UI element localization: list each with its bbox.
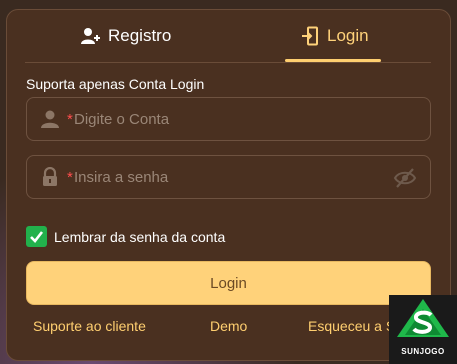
checkmark-icon	[30, 231, 44, 243]
forgot-password-link[interactable]: Esqueceu a S	[308, 318, 395, 334]
tab-register[interactable]: Registro	[80, 10, 171, 62]
user-plus-icon	[81, 28, 100, 44]
password-placeholder: Insira a senha	[74, 169, 169, 186]
login-hint: Suporta apenas Conta Login	[26, 76, 205, 92]
password-required-mark: *	[67, 169, 73, 186]
password-field[interactable]: * Insira a senha	[26, 155, 431, 199]
login-button[interactable]: Login	[26, 261, 431, 305]
auth-tabs: Registro Login	[25, 10, 431, 63]
active-tab-indicator	[285, 59, 381, 62]
brand-name: SUNJOGO	[401, 347, 445, 356]
remember-checkbox[interactable]	[26, 226, 47, 247]
user-icon	[41, 110, 59, 128]
sunjogo-logo[interactable]: SUNJOGO	[389, 295, 457, 364]
customer-support-link[interactable]: Suporte ao cliente	[33, 318, 146, 334]
remember-password-option[interactable]: Lembrar da senha da conta	[26, 226, 225, 247]
demo-link[interactable]: Demo	[210, 318, 247, 334]
tab-register-label: Registro	[108, 26, 172, 45]
remember-label: Lembrar da senha da conta	[54, 228, 226, 245]
account-placeholder: Digite o Conta	[74, 111, 170, 128]
account-required-mark: *	[67, 111, 73, 128]
account-field[interactable]: * Digite o Conta	[26, 97, 431, 141]
sunjogo-emblem-icon	[397, 299, 449, 337]
eye-off-icon[interactable]	[393, 167, 417, 189]
tab-login[interactable]: Login	[301, 10, 369, 62]
tab-login-label: Login	[327, 26, 369, 45]
auth-panel: Registro Login Suporta apenas Conta Logi…	[6, 9, 451, 361]
login-door-icon	[302, 26, 318, 46]
lock-icon	[43, 167, 57, 186]
